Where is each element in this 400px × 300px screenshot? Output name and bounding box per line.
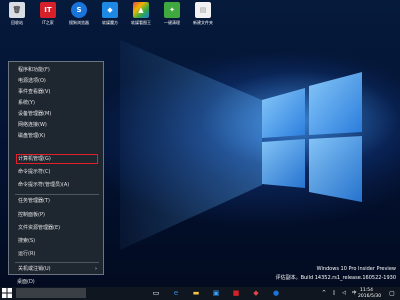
desktop-icon-label: 搜狗浏览器 [69,20,89,25]
desktop-icon-one-click-clean[interactable]: ✦ 一键清理 [157,2,187,25]
clock-date[interactable]: 2016/5/30 [358,294,381,299]
desktop-icons: 🗑 回收站 IT IT之家 S 搜狗浏览器 ◆ 软媒魔方 ▲ 软媒看图王 ✦ 一… [2,2,219,25]
menu-item-command-prompt[interactable]: 命令提示符(C) [9,167,103,177]
task-view-icon[interactable]: ▭ [150,287,162,299]
ime-indicator[interactable]: 中 [352,290,357,296]
desktop-icon-label: IT之家 [42,20,54,25]
ruanmei-cube-icon: ◆ [102,2,118,18]
desktop-icon-new-folder[interactable]: ▤ 新建文件夹 [188,2,218,25]
menu-item-system[interactable]: 系统(Y) [9,98,103,108]
picture-viewer-taskbar-icon[interactable]: ◆ [250,287,262,299]
taskbar-search-box[interactable] [16,288,86,298]
clock-time[interactable]: 11:54 [360,288,373,293]
recycle-bin-icon: 🗑 [9,2,25,18]
desktop-icon-ithome[interactable]: IT IT之家 [33,2,63,25]
menu-item-file-explorer[interactable]: 文件资源管理器(E) [9,223,103,233]
menu-item-run[interactable]: 运行(R) [9,249,103,259]
desktop-icon-picture-viewer[interactable]: ▲ 软媒看图王 [126,2,156,25]
windows-start-icon[interactable] [2,288,12,298]
ithome-taskbar-icon[interactable]: ■ [230,287,242,299]
picture-viewer-icon: ▲ [133,2,149,18]
new-folder-icon: ▤ [195,2,211,18]
menu-item-shutdown-signout[interactable]: 关机或注销(U) › [9,264,103,274]
menu-item-desktop[interactable]: 桌面(D) [8,277,102,287]
action-center-icon[interactable]: ▢ [386,287,398,299]
watermark-edition: Windows 10 Pro Insider Preview [316,266,396,272]
volume-icon[interactable]: ◁ [338,287,350,299]
menu-item-programs-features[interactable]: 程序和功能(F) [9,65,103,75]
desktop-icon-sogou-browser[interactable]: S 搜狗浏览器 [64,2,94,25]
menu-item-command-prompt-admin[interactable]: 命令提示符(管理员)(A) [9,180,103,190]
chevron-right-icon: › [95,266,97,272]
desktop-icon-label: 新建文件夹 [193,20,213,25]
desktop-icon-recycle-bin[interactable]: 🗑 回收站 [2,2,32,25]
desktop-icon-label: 回收站 [11,20,23,25]
menu-item-power-options[interactable]: 电源选项(O) [9,76,103,86]
file-explorer-icon[interactable]: ▬ [190,287,202,299]
menu-separator [15,262,99,263]
sogou-taskbar-icon[interactable]: ● [270,287,282,299]
ithome-icon: IT [40,2,56,18]
menu-item-network-connections[interactable]: 网络连接(W) [9,120,103,130]
one-click-clean-icon: ✦ [164,2,180,18]
watermark-build: 评估副本。Build 14352.rs1_release.160522-1930 [275,275,396,281]
menu-separator [15,194,99,195]
menu-item-device-manager[interactable]: 设备管理器(M) [9,109,103,119]
menu-item-label: 关机或注销(U) [18,266,51,272]
menu-item-search[interactable]: 搜索(S) [9,236,103,246]
desktop-icon-label: 软媒魔方 [102,20,118,25]
winx-menu: 程序和功能(F) 电源选项(O) 事件查看器(V) 系统(Y) 设备管理器(M)… [8,61,104,275]
menu-item-disk-management[interactable]: 磁盘管理(K) [9,131,103,141]
menu-item-control-panel[interactable]: 控制面板(P) [9,210,103,220]
desktop-icon-ruanmei-cube[interactable]: ◆ 软媒魔方 [95,2,125,25]
sogou-browser-icon: S [71,2,87,18]
menu-item-computer-management[interactable]: 计算机管理(G) [16,154,98,164]
menu-item-event-viewer[interactable]: 事件查看器(V) [9,87,103,97]
edge-icon[interactable]: e [170,287,182,299]
desktop-icon-label: 一键清理 [164,20,180,25]
store-icon[interactable]: ▣ [210,287,222,299]
desktop-icon-label: 软媒看图王 [131,20,151,25]
menu-item-task-manager[interactable]: 任务管理器(T) [9,196,103,206]
